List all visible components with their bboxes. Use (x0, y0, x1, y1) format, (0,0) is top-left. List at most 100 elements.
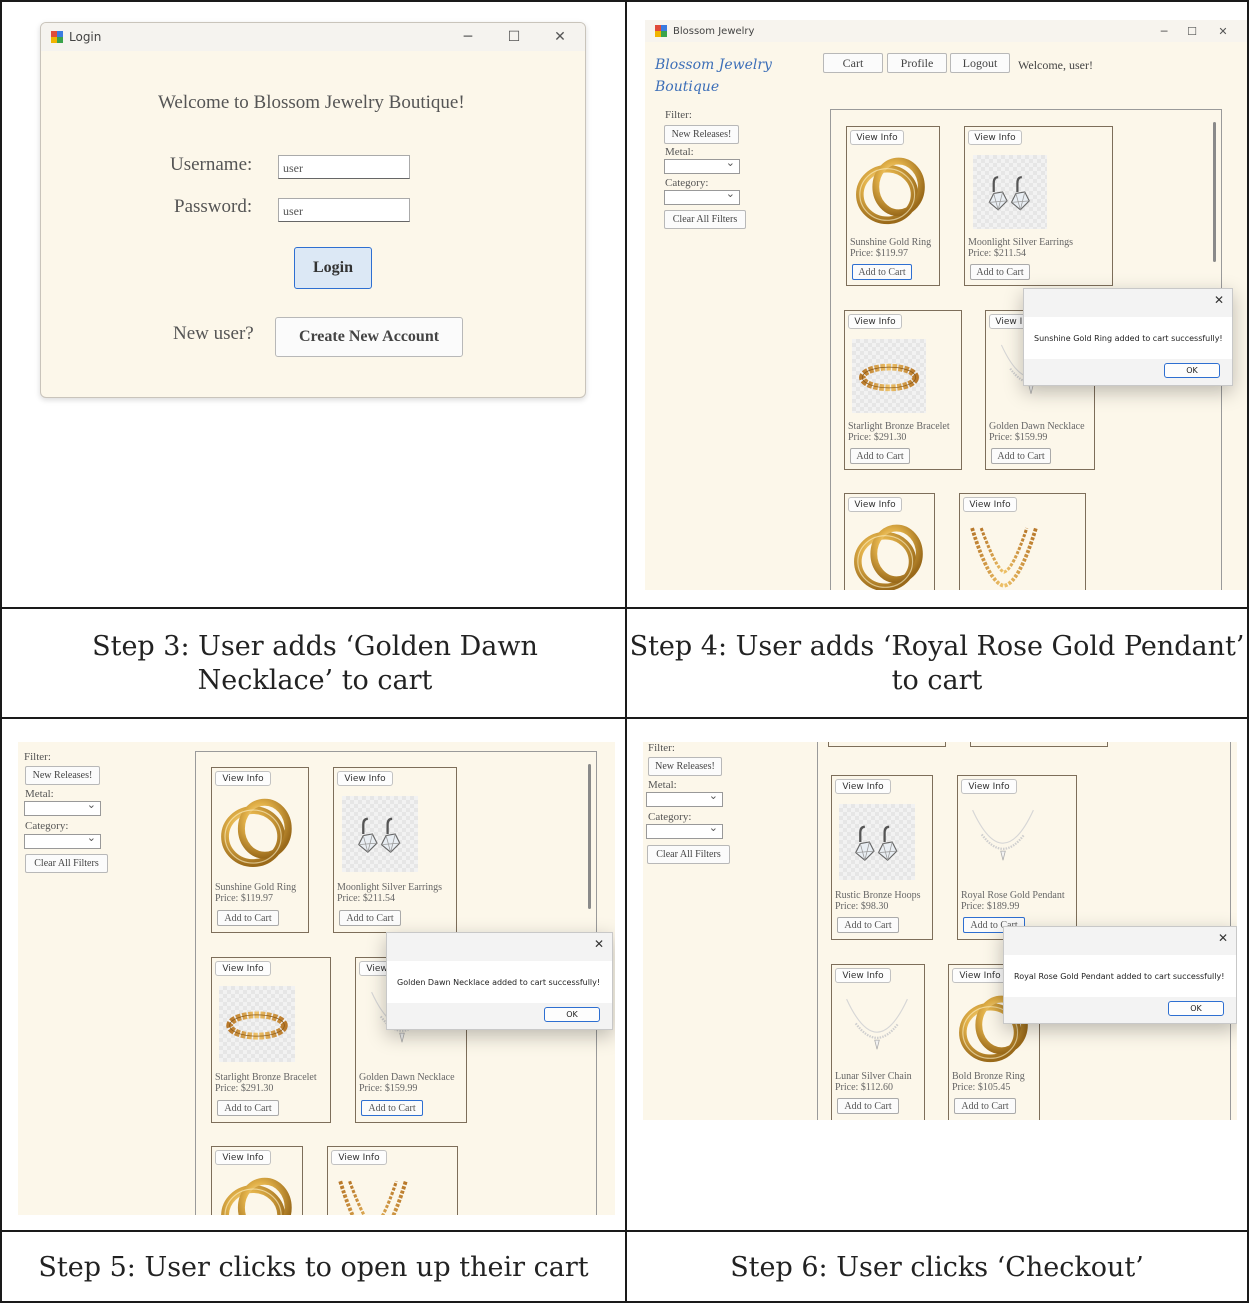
category-select[interactable] (664, 187, 740, 205)
product-name: Bold Bronze Ring (952, 1071, 1025, 1082)
metal-label: Metal: (25, 788, 54, 800)
view-info-button[interactable]: View Info (848, 314, 902, 329)
caption-step6: Step 6: User clicks ‘Checkout’ (730, 1251, 1144, 1283)
view-info-button[interactable]: View Info (215, 1150, 271, 1165)
add-to-cart-button[interactable]: Add to Cart (852, 264, 912, 280)
product-price: Price: $119.97 (215, 893, 273, 904)
product-price: Price: $291.30 (215, 1083, 274, 1094)
product-name: Moonlight Silver Earrings (968, 237, 1073, 248)
view-info-button[interactable]: View Info (215, 771, 271, 786)
create-account-button[interactable]: Create New Account (275, 317, 463, 357)
shop-window-step4: Blossom Jewelry ─ ☐ ✕ Blossom Jewelry Bo… (645, 20, 1247, 590)
view-info-button[interactable]: View Info (835, 968, 891, 983)
password-field[interactable]: user (278, 198, 410, 222)
profile-button[interactable]: Profile (887, 53, 947, 73)
metal-label: Metal: (665, 146, 694, 158)
close-icon[interactable]: ✕ (1218, 931, 1228, 945)
view-info-button[interactable]: View Info (215, 961, 271, 976)
product-price: Price: $112.60 (835, 1082, 893, 1093)
product-name: Starlight Bronze Bracelet (215, 1072, 317, 1083)
product-card: View Info Moonlight Silver Earrings Pric… (333, 767, 457, 933)
ok-button[interactable]: OK (544, 1007, 600, 1022)
ring-image (853, 155, 929, 231)
necklace-image (965, 804, 1041, 880)
add-to-cart-button[interactable]: Add to Cart (339, 910, 401, 926)
scrollbar-thumb[interactable] (1213, 122, 1216, 262)
close-icon[interactable]: ✕ (537, 23, 583, 51)
logout-button[interactable]: Logout (950, 53, 1010, 73)
filter-label: Filter: (648, 742, 675, 754)
add-to-cart-button[interactable]: Add to Cart (217, 910, 279, 926)
view-info-button[interactable]: View Info (961, 779, 1017, 794)
grid-border-left (0, 0, 2, 1303)
view-info-button[interactable]: View Info (850, 130, 904, 145)
product-name: Royal Rose Gold Pendant (961, 890, 1065, 901)
shop-window-step6: Filter: New Releases! Metal: Category: C… (643, 742, 1237, 1120)
product-name: Starlight Bronze Bracelet (848, 421, 950, 432)
shop-window-step5: Filter: New Releases! Metal: Category: C… (18, 742, 615, 1215)
caption-step5: Step 5: User clicks to open up their car… (38, 1251, 589, 1283)
view-info-button[interactable]: View Info (848, 497, 902, 512)
product-card: View Info Lunar Silver Chain Price: $112… (831, 964, 925, 1120)
grid-divider-row3 (0, 1230, 1249, 1232)
ok-button[interactable]: OK (1168, 1001, 1224, 1016)
added-to-cart-dialog: ✕ Golden Dawn Necklace added to cart suc… (386, 932, 613, 1030)
view-info-button[interactable]: View Info (952, 968, 1008, 983)
view-info-button[interactable]: View Info (337, 771, 393, 786)
product-card: View Info (959, 493, 1086, 590)
product-price: Price: $189.99 (961, 901, 1020, 912)
category-select[interactable] (24, 831, 101, 849)
ok-button[interactable]: OK (1164, 363, 1220, 378)
username-field[interactable]: user (278, 155, 410, 179)
add-to-cart-button[interactable]: Add to Cart (217, 1100, 279, 1116)
login-window: Login ─ ☐ ✕ Welcome to Blossom Jewelry B… (40, 22, 586, 398)
product-card: View Info Sunshine Gold Ring Price: $119… (846, 126, 940, 286)
add-to-cart-button[interactable]: Add to Cart (361, 1100, 423, 1116)
minimize-icon[interactable]: ─ (445, 23, 491, 51)
add-to-cart-button[interactable]: Add to Cart (837, 1098, 899, 1114)
close-icon[interactable]: ✕ (1214, 293, 1224, 307)
scrollbar-thumb[interactable] (588, 764, 591, 909)
new-releases-button[interactable]: New Releases! (25, 766, 100, 785)
product-price: Price: $211.54 (968, 248, 1026, 259)
new-releases-button[interactable]: New Releases! (648, 757, 722, 776)
dialog-message: Sunshine Gold Ring added to cart success… (1024, 317, 1232, 359)
new-releases-button[interactable]: New Releases! (664, 125, 739, 144)
product-price: Price: $105.45 (952, 1082, 1011, 1093)
maximize-icon[interactable]: ☐ (491, 23, 537, 51)
metal-select[interactable] (24, 798, 101, 816)
view-info-button[interactable]: View Info (835, 779, 891, 794)
view-info-button[interactable]: View Info (963, 497, 1017, 512)
username-label: Username: (170, 154, 253, 175)
clear-filters-button[interactable]: Clear All Filters (25, 854, 108, 873)
category-select[interactable] (646, 821, 723, 839)
login-window-title: Login (69, 30, 102, 44)
category-label: Category: (665, 177, 709, 189)
filter-label: Filter: (665, 109, 692, 121)
category-label: Category: (25, 820, 69, 832)
clear-filters-button[interactable]: Clear All Filters (664, 210, 746, 229)
view-info-button[interactable]: View Info (968, 130, 1022, 145)
app-icon (51, 31, 63, 43)
metal-select[interactable] (664, 156, 740, 174)
password-label: Password: (174, 196, 253, 217)
login-welcome-heading: Welcome to Blossom Jewelry Boutique! (158, 92, 465, 113)
add-to-cart-button[interactable]: Add to Cart (970, 264, 1030, 280)
shop-logo: Blossom Jewelry Boutique (655, 57, 772, 95)
cart-button[interactable]: Cart (823, 53, 883, 73)
add-to-cart-button[interactable]: Add to Cart (991, 448, 1051, 464)
close-icon[interactable]: ✕ (1200, 20, 1246, 42)
metal-select[interactable] (646, 789, 723, 807)
add-to-cart-button[interactable]: Add to Cart (850, 448, 910, 464)
grid-divider-row2 (0, 717, 1249, 719)
close-icon[interactable]: ✕ (594, 937, 604, 951)
product-name: Lunar Silver Chain (835, 1071, 912, 1082)
view-info-button[interactable]: View Info (331, 1150, 387, 1165)
add-to-cart-button[interactable]: Add to Cart (837, 917, 899, 933)
login-button[interactable]: Login (294, 247, 372, 289)
product-card: View Info Starlight Bronze Bracelet Pric… (844, 310, 962, 470)
product-price: Price: $291.30 (848, 432, 907, 443)
add-to-cart-button[interactable]: Add to Cart (954, 1098, 1016, 1114)
clear-filters-button[interactable]: Clear All Filters (647, 845, 730, 864)
filter-label: Filter: (24, 751, 51, 763)
